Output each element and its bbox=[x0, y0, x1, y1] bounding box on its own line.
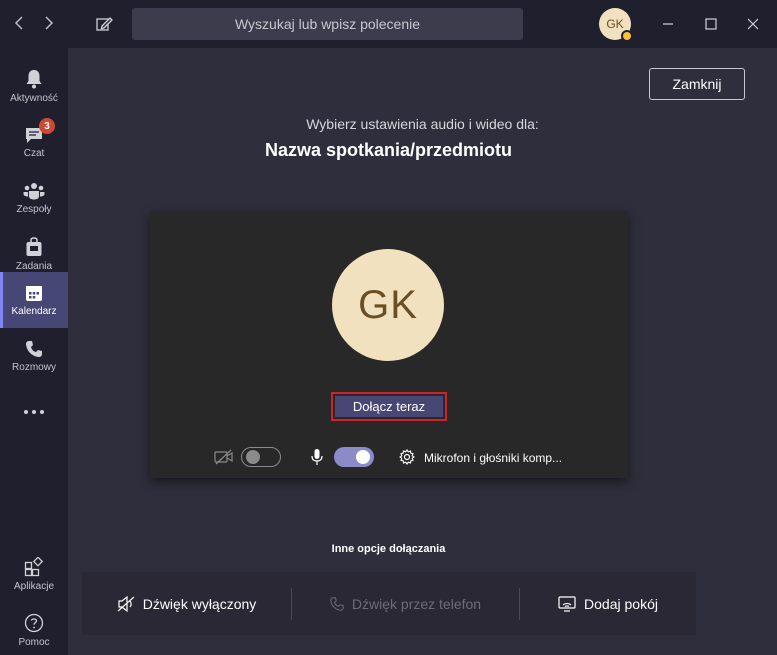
calendar-icon bbox=[26, 285, 42, 301]
close-window-icon[interactable] bbox=[743, 14, 763, 34]
option-label: Dźwięk wyłączony bbox=[142, 595, 257, 612]
room-cast-icon bbox=[558, 595, 576, 612]
rail-item-apps[interactable]: Aplikacje bbox=[0, 546, 68, 602]
gear-icon[interactable] bbox=[399, 449, 415, 470]
status-icon bbox=[621, 30, 633, 42]
help-icon bbox=[24, 613, 44, 632]
chat-badge: 3 bbox=[39, 118, 55, 134]
rail-item-calendar[interactable]: Kalendarz bbox=[0, 272, 68, 328]
back-arrow-icon[interactable] bbox=[10, 14, 28, 32]
rail-item-teams[interactable]: Zespoły bbox=[0, 170, 68, 226]
camera-toggle[interactable] bbox=[241, 447, 281, 467]
other-join-options-title: Inne opcje dołączania bbox=[331, 543, 446, 555]
rail-item-label: Aktywność bbox=[10, 92, 58, 104]
bag-icon bbox=[26, 236, 42, 256]
toggle-knob bbox=[356, 450, 370, 464]
rail-item-label: Aplikacje bbox=[13, 580, 55, 592]
meeting-title: Nazwa spotkania/przedmiotu bbox=[264, 140, 513, 160]
rail-item-chat[interactable]: 3 Czat bbox=[0, 114, 68, 170]
camera-off-icon bbox=[214, 449, 234, 470]
rail-item-label: Czat bbox=[23, 147, 45, 159]
join-now-label: Dołącz teraz bbox=[335, 396, 443, 417]
join-now-button[interactable]: Dołącz teraz bbox=[331, 392, 447, 421]
search-input[interactable]: Wyszukaj lub wpisz polecenie bbox=[132, 8, 523, 40]
microphone-toggle[interactable] bbox=[334, 447, 374, 467]
option-label: Dodaj pokój bbox=[584, 595, 658, 612]
rail-item-label: Kalendarz bbox=[11, 305, 57, 317]
phone-audio-option: Dźwięk przez telefon bbox=[292, 572, 519, 635]
new-chat-icon[interactable] bbox=[94, 14, 114, 34]
phone-icon bbox=[330, 596, 344, 611]
teams-icon bbox=[23, 182, 45, 199]
app-rail: Aktywność 3 Czat Zespoły Zadania Kalenda… bbox=[0, 48, 68, 655]
rail-item-label: Rozmowy bbox=[12, 361, 56, 373]
ellipsis-icon bbox=[24, 410, 44, 414]
more-apps-button[interactable] bbox=[0, 384, 68, 440]
apps-icon bbox=[24, 556, 44, 576]
rail-item-activity[interactable]: Aktywność bbox=[0, 58, 68, 114]
option-label: Dźwięk przez telefon bbox=[351, 595, 482, 612]
bell-icon bbox=[26, 69, 42, 88]
minimize-icon[interactable] bbox=[658, 14, 678, 34]
video-preview: GK Dołącz teraz Mikrofon i głośniki komp… bbox=[150, 211, 628, 478]
rail-item-calls[interactable]: Rozmowy bbox=[0, 328, 68, 384]
user-avatar[interactable]: GK bbox=[599, 8, 633, 42]
rail-item-help[interactable]: Pomoc bbox=[0, 602, 68, 655]
forward-arrow-icon[interactable] bbox=[40, 14, 58, 32]
rail-item-label: Zespoły bbox=[16, 203, 52, 215]
rail-item-label: Zadania bbox=[15, 260, 53, 272]
avatar-initials: GK bbox=[606, 17, 624, 31]
rail-item-label: Pomoc bbox=[18, 636, 50, 648]
audio-video-prompt: Wybierz ustawienia audio i wideo dla: bbox=[306, 116, 539, 132]
preview-avatar: GK bbox=[332, 249, 444, 361]
add-room-option[interactable]: Dodaj pokój bbox=[520, 572, 696, 635]
phone-icon bbox=[26, 340, 42, 357]
audio-off-option[interactable]: Dźwięk wyłączony bbox=[82, 572, 291, 635]
other-join-options: Dźwięk wyłączony Dźwięk przez telefon Do… bbox=[82, 572, 696, 635]
maximize-icon[interactable] bbox=[701, 14, 721, 34]
microphone-icon bbox=[311, 448, 323, 471]
close-button[interactable]: Zamknij bbox=[649, 68, 745, 100]
audio-device-selector[interactable]: Mikrofon i głośniki komp... bbox=[424, 451, 562, 465]
speaker-off-icon bbox=[117, 595, 135, 612]
title-bar: Wyszukaj lub wpisz polecenie GK bbox=[0, 0, 777, 48]
toggle-knob bbox=[246, 450, 260, 464]
